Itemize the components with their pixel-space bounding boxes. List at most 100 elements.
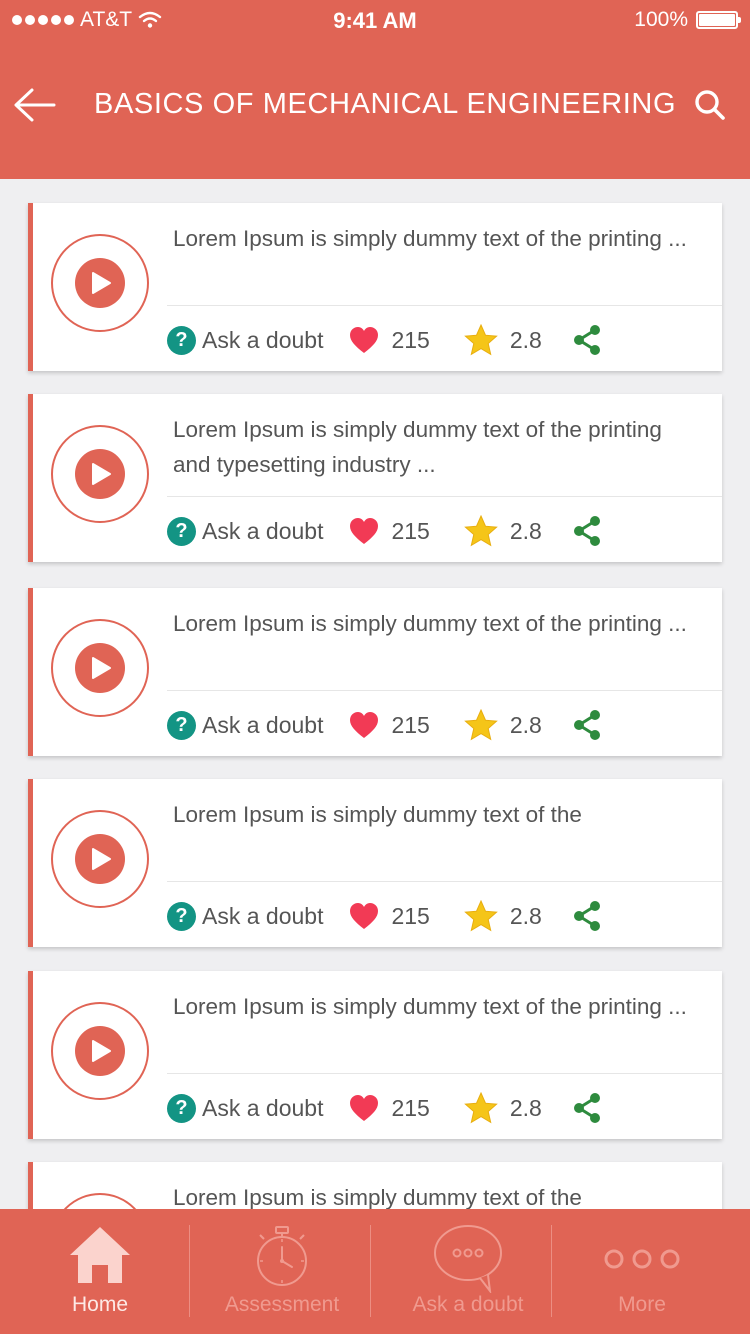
battery-status: 100% (634, 8, 741, 32)
rating-value: 2.8 (509, 517, 542, 544)
play-icon (75, 643, 125, 693)
lesson-description: Lorem Ipsum is simply dummy text of the … (173, 611, 687, 636)
share-icon (573, 901, 600, 931)
rating-value: 2.8 (509, 711, 542, 738)
arrow-left-icon (14, 88, 56, 122)
heart-icon (350, 903, 379, 929)
card-divider (167, 1073, 722, 1074)
lesson-card[interactable]: Lorem Ipsum is simply dummy text of the … (28, 203, 722, 371)
like-button[interactable]: 215 (349, 1094, 430, 1122)
like-button[interactable]: 215 (349, 517, 430, 545)
chat-bubble-icon (434, 1225, 502, 1293)
share-button[interactable] (572, 324, 602, 356)
star-icon (464, 1092, 498, 1124)
card-divider (167, 881, 722, 882)
nav-home[interactable]: Home (10, 1209, 190, 1334)
nav-ask-doubt-label: Ask a doubt (412, 1293, 524, 1316)
play-button[interactable] (51, 1193, 149, 1209)
nav-home-label: Home (71, 1293, 129, 1316)
ask-doubt-button[interactable]: ? Ask a doubt (167, 516, 324, 546)
nav-divider (189, 1225, 190, 1317)
battery-icon (696, 11, 741, 29)
card-divider (167, 690, 722, 691)
ask-doubt-label: Ask a doubt (202, 326, 324, 353)
share-icon (573, 516, 600, 546)
nav-more[interactable]: More (552, 1209, 732, 1334)
share-button[interactable] (572, 1092, 602, 1124)
card-actions: ? Ask a doubt 215 2.8 (167, 705, 602, 745)
play-button[interactable] (51, 425, 149, 523)
ask-doubt-label: Ask a doubt (202, 1094, 324, 1121)
rating: 2.8 (464, 515, 542, 547)
ask-doubt-button[interactable]: ? Ask a doubt (167, 901, 324, 931)
app-header: AT&T 9:41 AM 100% BASICS OF MECHANICAL E… (0, 0, 750, 179)
play-button[interactable] (51, 1002, 149, 1100)
question-icon: ? (167, 1093, 196, 1123)
share-icon (573, 1093, 600, 1123)
lesson-list[interactable]: Lorem Ipsum is simply dummy text of the … (0, 179, 750, 1209)
search-icon (695, 90, 725, 120)
card-divider (167, 496, 722, 497)
rating-value: 2.8 (509, 326, 542, 353)
lesson-card[interactable]: Lorem Ipsum is simply dummy text of the … (28, 394, 722, 562)
ask-doubt-label: Ask a doubt (202, 902, 324, 929)
heart-icon (350, 327, 379, 353)
like-button[interactable]: 215 (349, 711, 430, 739)
lesson-card[interactable]: Lorem Ipsum is simply dummy text of the … (28, 971, 722, 1139)
lesson-card[interactable]: Lorem Ipsum is simply dummy text of the?… (28, 779, 722, 947)
home-icon (70, 1227, 130, 1283)
nav-assessment[interactable]: Assessment (192, 1209, 372, 1334)
nav-ask-doubt[interactable]: Ask a doubt (378, 1209, 558, 1334)
more-dots-icon (604, 1249, 680, 1269)
lesson-description: Lorem Ipsum is simply dummy text of the (173, 1185, 582, 1209)
rating: 2.8 (464, 709, 542, 741)
like-button[interactable]: 215 (349, 326, 430, 354)
card-divider (167, 305, 722, 306)
nav-divider (370, 1225, 371, 1317)
nav-assessment-label: Assessment (224, 1293, 340, 1316)
share-icon (573, 325, 600, 355)
share-icon (573, 710, 600, 740)
like-count: 215 (391, 517, 430, 544)
card-actions: ? Ask a doubt 215 2.8 (167, 896, 602, 936)
like-button[interactable]: 215 (349, 902, 430, 930)
ask-doubt-button[interactable]: ? Ask a doubt (167, 1093, 324, 1123)
share-button[interactable] (572, 515, 602, 547)
share-button[interactable] (572, 900, 602, 932)
play-button[interactable] (51, 810, 149, 908)
battery-percent: 100% (634, 8, 688, 31)
card-actions: ? Ask a doubt 215 2.8 (167, 1088, 602, 1128)
ask-doubt-label: Ask a doubt (202, 711, 324, 738)
nav-more-label: More (618, 1293, 666, 1316)
share-button[interactable] (572, 709, 602, 741)
rating-value: 2.8 (509, 902, 542, 929)
bottom-navigation: Home Assessment Ask a doubt More (0, 1209, 750, 1334)
like-count: 215 (391, 1094, 430, 1121)
play-icon (75, 258, 125, 308)
star-icon (464, 324, 498, 356)
card-actions: ? Ask a doubt 215 2.8 (167, 511, 602, 551)
rating: 2.8 (464, 900, 542, 932)
like-count: 215 (391, 902, 430, 929)
play-icon (75, 834, 125, 884)
question-icon: ? (167, 325, 196, 355)
ask-doubt-button[interactable]: ? Ask a doubt (167, 710, 324, 740)
lesson-description: Lorem Ipsum is simply dummy text of the … (173, 417, 662, 477)
lesson-card[interactable]: Lorem Ipsum is simply dummy text of the … (28, 588, 722, 756)
ask-doubt-button[interactable]: ? Ask a doubt (167, 325, 324, 355)
heart-icon (350, 1095, 379, 1121)
question-icon: ? (167, 710, 196, 740)
rating-value: 2.8 (509, 1094, 542, 1121)
lesson-description: Lorem Ipsum is simply dummy text of the (173, 802, 582, 827)
rating: 2.8 (464, 324, 542, 356)
stopwatch-icon (257, 1226, 307, 1286)
play-button[interactable] (51, 619, 149, 717)
search-button[interactable] (690, 86, 730, 126)
status-bar: AT&T 9:41 AM 100% (0, 0, 750, 40)
back-button[interactable] (12, 84, 58, 126)
star-icon (464, 515, 498, 547)
like-count: 215 (391, 326, 430, 353)
ask-doubt-label: Ask a doubt (202, 517, 324, 544)
play-button[interactable] (51, 234, 149, 332)
lesson-card[interactable]: Lorem Ipsum is simply dummy text of the?… (28, 1162, 722, 1209)
